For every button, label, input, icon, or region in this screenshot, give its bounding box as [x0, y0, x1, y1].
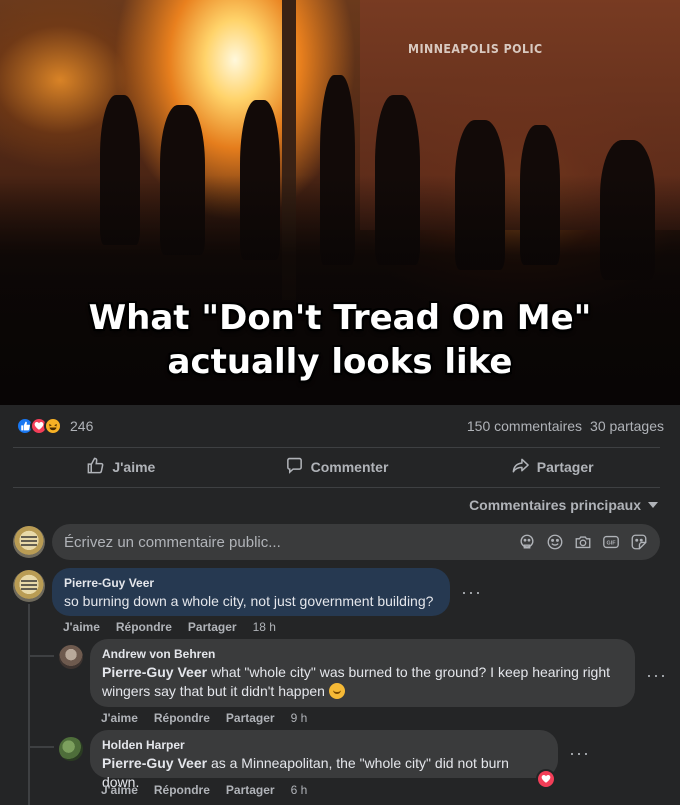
- comment-reply-link[interactable]: Répondre: [116, 620, 172, 634]
- reply-author[interactable]: Andrew von Behren: [102, 647, 623, 661]
- reply-timestamp[interactable]: 6 h: [291, 783, 308, 797]
- reply-reply-link[interactable]: Répondre: [154, 783, 210, 797]
- gif-icon[interactable]: GIF: [602, 533, 620, 551]
- comment-input[interactable]: Écrivez un commentaire public... GIF: [52, 524, 660, 560]
- avatar-sticker-icon[interactable]: [518, 533, 536, 551]
- share-arrow-icon: [511, 456, 530, 478]
- comment-meta: J'aime Répondre Partager 18 h: [63, 620, 276, 634]
- more-options-icon[interactable]: ···: [646, 665, 667, 686]
- reply-author-avatar[interactable]: [59, 737, 83, 761]
- post-image[interactable]: MINNEAPOLIS POLIC What "Don't Tread On M…: [0, 0, 680, 405]
- caption-line-1: What "Don't Tread On Me": [88, 298, 592, 338]
- emoji-icon[interactable]: [546, 533, 564, 551]
- like-button[interactable]: J'aime: [13, 448, 229, 486]
- person-shrugging-emoji: [328, 683, 345, 699]
- reply-like-link[interactable]: J'aime: [101, 711, 138, 725]
- more-options-icon[interactable]: ···: [569, 743, 590, 764]
- comment-like-link[interactable]: J'aime: [63, 620, 100, 634]
- comment-label: Commenter: [310, 459, 389, 475]
- thumbs-up-icon: [86, 456, 105, 478]
- comment-text: so burning down a whole city, not just g…: [64, 593, 434, 609]
- camera-icon[interactable]: [574, 533, 592, 551]
- like-label: J'aime: [112, 459, 156, 475]
- haha-icon: [44, 417, 62, 435]
- comment-share-link[interactable]: Partager: [188, 620, 237, 634]
- reply-share-link[interactable]: Partager: [226, 711, 275, 725]
- comment-author-avatar[interactable]: [13, 570, 45, 602]
- current-user-avatar[interactable]: [13, 526, 45, 558]
- reply-connector: [28, 746, 54, 748]
- share-count-link[interactable]: 30 partages: [590, 418, 664, 434]
- post-actions: J'aime Commenter Partager: [13, 448, 660, 486]
- comment-sort-dropdown[interactable]: Commentaires principaux: [469, 497, 658, 513]
- comment-author[interactable]: Pierre-Guy Veer: [64, 576, 438, 590]
- comment-bubble: Pierre-Guy Veer so burning down a whole …: [52, 568, 450, 616]
- reply-bubble: Andrew von Behren Pierre-Guy Veer what "…: [90, 639, 635, 707]
- comment-icon: [285, 456, 304, 478]
- reply-bubble: Holden Harper Pierre-Guy Veer as a Minne…: [90, 730, 558, 790]
- comment-count-link[interactable]: 150 commentaires: [467, 418, 582, 434]
- reply-like-link[interactable]: J'aime: [101, 783, 138, 797]
- sort-label: Commentaires principaux: [469, 497, 641, 513]
- reply-mention[interactable]: Pierre-Guy Veer: [102, 664, 207, 680]
- sticker-icon[interactable]: [630, 533, 648, 551]
- building-sign: MINNEAPOLIS POLIC: [408, 42, 543, 56]
- caret-down-icon: [648, 502, 658, 508]
- reply-share-link[interactable]: Partager: [226, 783, 275, 797]
- comment-input-placeholder: Écrivez un commentaire public...: [64, 533, 281, 551]
- reactions-bar: 246 150 commentaires 30 partages: [0, 405, 680, 447]
- reply-connector: [28, 655, 54, 657]
- comment-button[interactable]: Commenter: [229, 448, 445, 486]
- reply-author[interactable]: Holden Harper: [102, 738, 546, 752]
- reply-meta: J'aime Répondre Partager 6 h: [101, 783, 307, 797]
- share-button[interactable]: Partager: [444, 448, 660, 486]
- reply-meta: J'aime Répondre Partager 9 h: [101, 711, 307, 725]
- reaction-icons[interactable]: [16, 417, 62, 435]
- reply-reply-link[interactable]: Répondre: [154, 711, 210, 725]
- more-options-icon[interactable]: ···: [461, 582, 482, 603]
- comment-timestamp[interactable]: 18 h: [253, 620, 276, 634]
- svg-text:GIF: GIF: [607, 541, 617, 547]
- reaction-count[interactable]: 246: [70, 418, 93, 434]
- divider-bottom: [13, 487, 660, 488]
- love-icon[interactable]: [536, 769, 556, 789]
- caption-line-2: actually looks like: [167, 342, 513, 382]
- share-label: Partager: [536, 459, 594, 475]
- reply-timestamp[interactable]: 9 h: [291, 711, 308, 725]
- thread-line: [28, 604, 30, 805]
- reply-author-avatar[interactable]: [59, 645, 83, 669]
- reply-mention[interactable]: Pierre-Guy Veer: [102, 755, 207, 771]
